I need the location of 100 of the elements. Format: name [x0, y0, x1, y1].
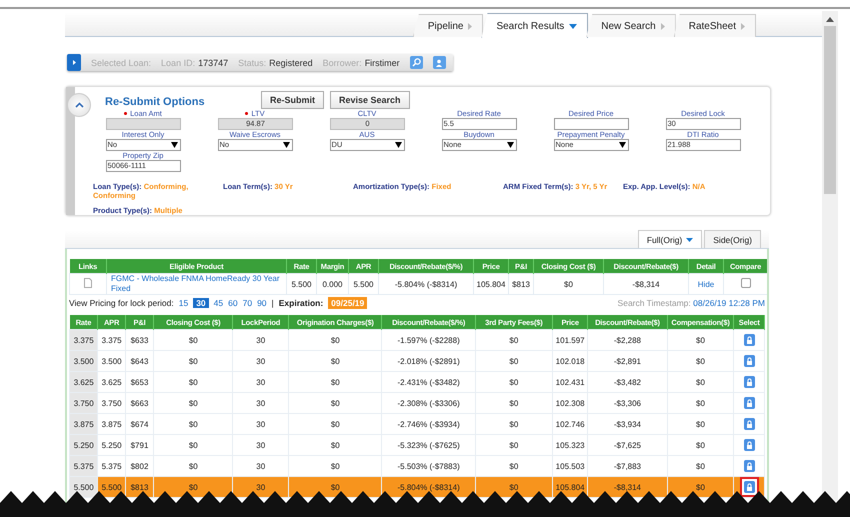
lock-period-option[interactable]: 45	[214, 298, 224, 308]
lock-icon	[746, 399, 753, 407]
table-cell: $0	[667, 414, 734, 434]
expiration-date: 09/25/19	[328, 297, 368, 309]
lock-icon	[746, 441, 753, 449]
table-cell: -$8,314	[604, 274, 688, 294]
table-cell: -1.597% (-$2288)	[382, 330, 476, 350]
lock-period-label: View Pricing for lock period:	[69, 298, 174, 308]
table-cell: 102.431	[552, 372, 588, 392]
table-cell: 5.500	[286, 274, 316, 294]
view-tab[interactable]: Side(Orig)	[704, 230, 761, 248]
compare-checkbox[interactable]	[740, 278, 750, 288]
table-cell: $0	[154, 350, 233, 372]
table-cell: $674	[125, 414, 154, 434]
table-cell: $0	[667, 350, 734, 372]
caret-icon	[170, 142, 178, 148]
table-cell: -2.018% (-$2891)	[382, 350, 476, 372]
table-cell: -2.746% (-$3934)	[382, 414, 476, 434]
table-cell: -$7,625	[588, 434, 668, 456]
field-value: 173747	[198, 58, 228, 68]
tab[interactable]: New Search	[586, 14, 676, 37]
action-button[interactable]: Re-Submit	[261, 91, 324, 109]
collapse-button[interactable]	[67, 93, 91, 117]
table-cell: $0	[475, 372, 552, 392]
tab[interactable]: Pipeline	[412, 14, 484, 37]
action-button[interactable]: Revise Search	[330, 91, 410, 109]
table-cell: $0	[667, 372, 734, 392]
lock-period-option[interactable]: 70	[242, 298, 252, 308]
table-cell: $0	[475, 392, 552, 414]
person-button[interactable]	[432, 56, 446, 69]
table-cell: 105.323	[552, 434, 588, 456]
table-cell: -$3,482	[588, 372, 668, 392]
table-cell: 102.018	[552, 350, 588, 372]
table-cell: $0	[667, 330, 734, 350]
table-cell: 3.375	[70, 330, 98, 350]
table-cell: -$2,288	[588, 330, 668, 350]
table-cell: 3.625	[98, 372, 126, 392]
select-button[interactable]	[740, 477, 759, 497]
chevron-icon	[660, 22, 665, 30]
caret-icon	[394, 142, 402, 148]
expiration-label: Expiration:	[278, 298, 324, 308]
lock-icon	[746, 336, 753, 344]
lock-icon	[746, 378, 753, 386]
table-cell: 3.375	[98, 330, 126, 350]
table-cell: $0	[154, 372, 233, 392]
table-cell: 102.308	[552, 392, 588, 414]
table-cell: -5.804% (-$8314)	[378, 274, 474, 294]
product-link[interactable]: FGMC - Wholesale FNMA HomeReady 30 Year Fixed	[106, 274, 286, 294]
table-cell: $0	[154, 414, 233, 434]
table-cell: 30	[232, 372, 289, 392]
table-cell: $663	[125, 392, 154, 414]
field-label: Status:	[238, 58, 266, 68]
chevron-up-icon	[74, 102, 84, 108]
input-field[interactable]	[554, 118, 628, 130]
caret-icon	[686, 238, 694, 242]
table-cell: 3.875	[70, 414, 98, 434]
table-cell: 3.875	[98, 414, 126, 434]
lock-period-option[interactable]: 90	[257, 298, 267, 308]
expand-button[interactable]	[67, 54, 81, 71]
person-icon	[435, 58, 444, 66]
lock-icon	[746, 357, 753, 365]
table-cell: 3.500	[70, 350, 98, 372]
caret-icon	[569, 24, 578, 28]
field-value: Firstimer	[364, 58, 400, 68]
lock-period-option[interactable]: 15	[178, 298, 188, 308]
arrow-icon	[72, 60, 76, 65]
scroll-up-icon[interactable]	[826, 17, 834, 22]
separator: |	[272, 298, 274, 308]
table-cell: 3.750	[98, 392, 126, 414]
table-cell: 0.000	[316, 274, 348, 294]
field-value: Registered	[269, 58, 313, 68]
caret-icon	[506, 142, 514, 148]
lock-icon	[746, 420, 753, 428]
table-cell: -$2,891	[588, 350, 668, 372]
table-cell: -5.323% (-$7625)	[382, 434, 476, 456]
table-cell: -2.431% (-$3482)	[382, 372, 476, 392]
table-cell: $633	[125, 330, 154, 350]
table-cell: 5.500	[348, 274, 378, 294]
tab[interactable]: RateSheet	[674, 14, 756, 37]
table-cell: 30	[232, 330, 289, 350]
search-button[interactable]	[410, 56, 423, 69]
table-cell: -$3,306	[588, 392, 668, 414]
table-cell: 105.804	[474, 274, 508, 294]
table-cell: $0	[288, 330, 382, 350]
table-cell: $0	[667, 392, 734, 414]
table-cell: 5.250	[98, 434, 126, 456]
table-cell: 30	[232, 350, 289, 372]
lock-period-option[interactable]: 60	[228, 298, 238, 308]
scrollbar-thumb[interactable]	[824, 26, 836, 194]
tab[interactable]: Search Results	[481, 13, 588, 38]
table-cell: $0	[288, 434, 382, 456]
document-icon[interactable]	[84, 278, 92, 288]
table-cell: $0	[288, 372, 382, 392]
lock-period-option[interactable]: 30	[193, 298, 209, 308]
table-cell: 30	[232, 434, 289, 456]
table-cell: $0	[475, 330, 552, 350]
timestamp-value: 08/26/19 12:28 PM	[693, 298, 765, 308]
view-tab[interactable]: Full(Orig)	[638, 230, 702, 248]
table-cell: 102.746	[552, 414, 588, 434]
chevron-icon	[468, 22, 472, 30]
